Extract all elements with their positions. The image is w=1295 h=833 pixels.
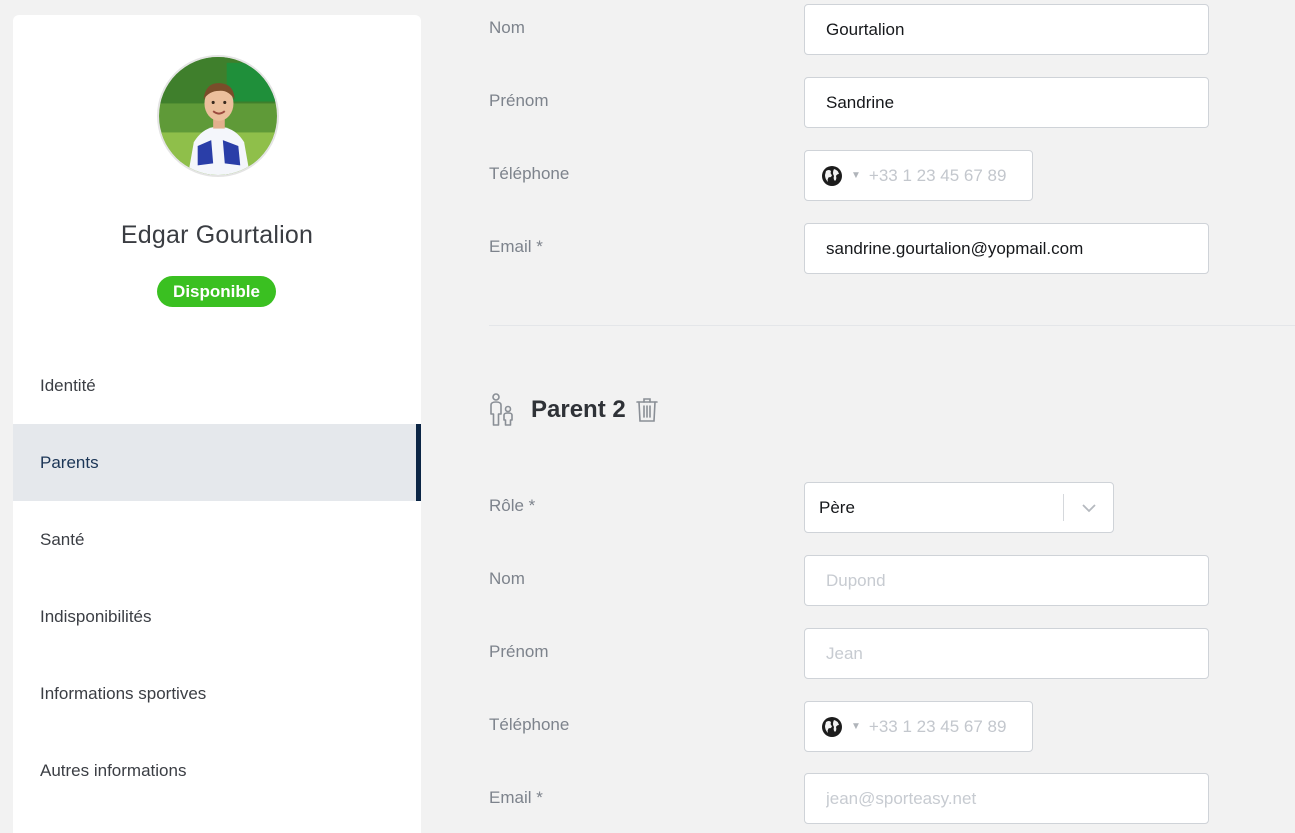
profile-sidebar: Edgar Gourtalion Disponible Identité Par… [13, 15, 421, 833]
parent2-email-input[interactable] [804, 773, 1209, 824]
parent1-email-input[interactable] [804, 223, 1209, 274]
parent1-prenom-input[interactable] [804, 77, 1209, 128]
parent2-role-label: Rôle * [489, 496, 536, 515]
caret-down-icon[interactable]: ▼ [851, 721, 861, 732]
parent2-nom-input[interactable] [804, 555, 1209, 606]
parent2-role-value[interactable]: Père [805, 498, 1063, 518]
parent2-header: Parent 2 [487, 392, 659, 428]
parent2-nom-label: Nom [489, 569, 525, 588]
parent1-prenom-label: Prénom [489, 91, 549, 110]
sidebar-item-sante[interactable]: Santé [13, 501, 421, 578]
player-name: Edgar Gourtalion [120, 221, 314, 249]
parent2-prenom-label: Prénom [489, 642, 549, 661]
parent2-role-select[interactable]: Père [804, 482, 1114, 533]
globe-icon[interactable] [821, 165, 843, 187]
status-badge: Disponible [157, 276, 276, 307]
page: Edgar Gourtalion Disponible Identité Par… [0, 0, 1295, 833]
section-divider [489, 325, 1295, 326]
globe-icon[interactable] [821, 716, 843, 738]
profile-nav: Identité Parents Santé Indisponibilités … [13, 347, 421, 809]
parent2-phone-placeholder[interactable]: +33 1 23 45 67 89 [869, 717, 1007, 737]
sidebar-item-parents[interactable]: Parents [13, 424, 421, 501]
parent2-title: Parent 2 [531, 396, 626, 423]
sidebar-item-autres-informations[interactable]: Autres informations [13, 732, 421, 809]
parents-form: Nom Prénom Téléphone ▼ +33 1 23 45 67 89… [448, 0, 1295, 833]
parent1-phone-placeholder[interactable]: +33 1 23 45 67 89 [869, 166, 1007, 186]
parent2-phone-field[interactable]: ▼ +33 1 23 45 67 89 [804, 701, 1033, 752]
parent1-phone-field[interactable]: ▼ +33 1 23 45 67 89 [804, 150, 1033, 201]
parent1-email-label: Email * [489, 237, 543, 256]
sidebar-item-identite[interactable]: Identité [13, 347, 421, 424]
caret-down-icon[interactable]: ▼ [851, 170, 861, 181]
parent2-prenom-input[interactable] [804, 628, 1209, 679]
parent1-nom-input[interactable] [804, 4, 1209, 55]
parent2-telephone-label: Téléphone [489, 715, 570, 734]
trash-icon[interactable] [635, 397, 659, 423]
sidebar-item-informations-sportives[interactable]: Informations sportives [13, 655, 421, 732]
avatar-photo [159, 57, 277, 175]
parent-child-icon [490, 393, 513, 426]
parent2-email-label: Email * [489, 788, 543, 807]
sidebar-item-indisponibilites[interactable]: Indisponibilités [13, 578, 421, 655]
avatar [157, 55, 279, 177]
parent1-nom-label: Nom [489, 18, 525, 37]
chevron-down-icon[interactable] [1064, 483, 1113, 532]
parent1-telephone-label: Téléphone [489, 164, 570, 183]
